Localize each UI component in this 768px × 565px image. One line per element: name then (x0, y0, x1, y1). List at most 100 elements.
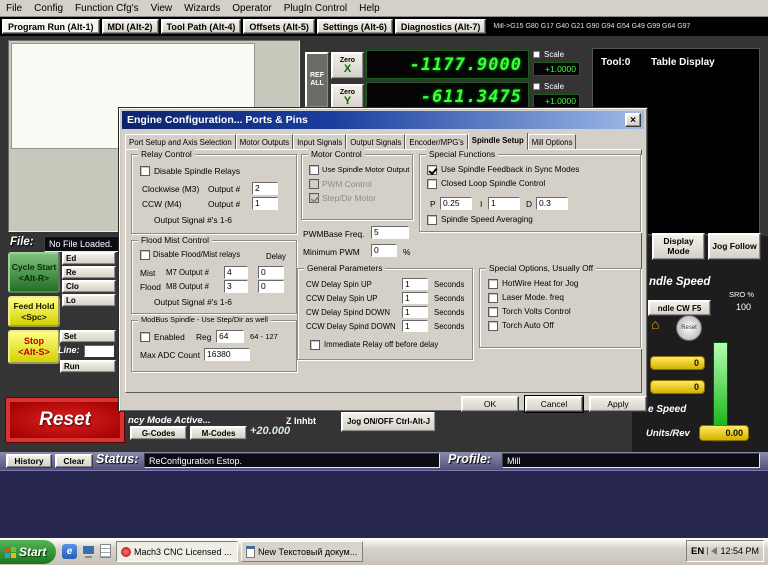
laser-mode-checkbox[interactable] (488, 293, 498, 303)
tray-language-indicator[interactable]: EN (691, 546, 704, 557)
tab-settings[interactable]: Settings (Alt-6) (316, 19, 393, 34)
flood-delay-field[interactable]: 0 (258, 280, 284, 293)
spindle-cw-button[interactable]: ndle CW F5 (648, 300, 711, 316)
y-scale-value[interactable]: +1.0000 (533, 94, 580, 108)
modbus-reg-range: 64 - 127 (250, 332, 278, 341)
cw-delay-up-field[interactable]: 1 (402, 278, 428, 290)
dialog-tab-port-setup[interactable]: Port Setup and Axis Selection (125, 134, 236, 150)
hotwire-label: HotWire Heat for Jog (502, 279, 579, 288)
pid-p-field[interactable]: 0.25 (440, 197, 472, 210)
closed-loop-checkbox[interactable] (427, 179, 437, 189)
load-gcode-button[interactable]: Lo (62, 294, 116, 307)
spindle-averaging-checkbox[interactable] (427, 215, 437, 225)
tab-diagnostics[interactable]: Diagnostics (Alt-7) (394, 19, 487, 34)
disable-spindle-relays-checkbox[interactable] (140, 166, 150, 176)
spindle-feedback-checkbox[interactable] (427, 165, 437, 175)
run-from-here-button[interactable]: Run (60, 360, 116, 373)
display-mode-button[interactable]: Display Mode (652, 233, 705, 260)
reset-button[interactable]: Reset (5, 397, 125, 443)
menu-help[interactable]: Help (353, 2, 386, 15)
menu-function-cfgs[interactable]: Function Cfg's (69, 2, 145, 15)
tab-program-run[interactable]: Program Run (Alt-1) (2, 19, 100, 34)
menu-operator[interactable]: Operator (226, 2, 277, 15)
mist-output-field[interactable]: 4 (224, 266, 248, 279)
tray-network-icon[interactable] (707, 547, 709, 555)
jog-onoff-button[interactable]: Jog ON/OFF Ctrl-Alt-J (341, 411, 436, 432)
tab-offsets[interactable]: Offsets (Alt-5) (243, 19, 315, 34)
dialog-tab-motor-outputs[interactable]: Motor Outputs (235, 134, 294, 150)
pid-d-field[interactable]: 0.3 (536, 197, 568, 210)
menu-view[interactable]: View (145, 2, 179, 15)
close-gcode-button[interactable]: Clo (62, 280, 116, 293)
feed-hold-button[interactable]: Feed Hold <Spc> (8, 296, 60, 327)
laser-mode-label: Laser Mode. freq (502, 293, 564, 302)
dialog-titlebar[interactable]: Engine Configuration... Ports & Pins × (122, 111, 644, 129)
x-axis-dro[interactable]: -1177.9000 (366, 50, 529, 79)
quicklaunch-ie-icon[interactable]: e (62, 544, 77, 559)
ccw-delay-down-field[interactable]: 1 (402, 320, 428, 332)
apply-button[interactable]: Apply (589, 396, 647, 412)
menu-wizards[interactable]: Wizards (178, 2, 226, 15)
cycle-start-button[interactable]: Cycle Start <Alt-R> (8, 252, 60, 293)
x-scale-value[interactable]: +1.0000 (533, 62, 580, 76)
tray-volume-icon[interactable] (711, 547, 718, 555)
torch-auto-checkbox[interactable] (488, 321, 498, 331)
dialog-close-icon[interactable]: × (625, 113, 641, 127)
stop-button[interactable]: Stop <Alt-S> (8, 330, 60, 364)
ref-all-button[interactable]: REF ALL (305, 52, 329, 108)
cw-delay-down-field[interactable]: 1 (402, 306, 428, 318)
max-adc-field[interactable]: 16380 (204, 348, 250, 361)
step-dir-motor-checkbox[interactable] (309, 193, 319, 203)
taskbar-task-notepad[interactable]: New Текстовый докум... (241, 541, 363, 562)
flood-output-field[interactable]: 3 (224, 280, 248, 293)
modbus-enabled-checkbox[interactable] (140, 332, 150, 342)
jog-follow-button[interactable]: Jog Follow (708, 233, 761, 260)
hotwire-checkbox[interactable] (488, 279, 498, 289)
disable-flood-mist-checkbox[interactable] (140, 250, 150, 260)
ccw-delay-up-field[interactable]: 1 (402, 292, 428, 304)
ok-button[interactable]: OK (461, 396, 519, 412)
minimum-pwm-field[interactable]: 0 (371, 244, 397, 257)
clear-button[interactable]: Clear (55, 454, 93, 468)
use-spindle-motor-output-checkbox[interactable] (309, 165, 319, 175)
spindle-reset-dial[interactable]: Reset (676, 315, 702, 341)
menu-file[interactable]: File (0, 2, 28, 15)
relay-note: Output Signal #'s 1-6 (154, 215, 232, 225)
dialog-tab-input-signals[interactable]: Input Signals (293, 134, 347, 150)
start-button[interactable]: Start (0, 540, 56, 564)
menu-plugin-control[interactable]: PlugIn Control (278, 2, 353, 15)
taskbar-task-mach3[interactable]: Mach3 CNC Licensed ... (116, 541, 238, 562)
menu-config[interactable]: Config (28, 2, 69, 15)
cancel-button[interactable]: Cancel (525, 396, 583, 412)
quicklaunch-desktop-icon[interactable] (81, 544, 96, 559)
pwmbase-freq-field[interactable]: 5 (371, 226, 409, 239)
dialog-tab-encoder-mpgs[interactable]: Encoder/MPG's (405, 134, 468, 150)
history-button[interactable]: History (6, 454, 52, 468)
tab-tool-path[interactable]: Tool Path (Alt-4) (160, 19, 242, 34)
quicklaunch-document-icon[interactable] (100, 544, 111, 558)
table-display-button[interactable]: Table Display (651, 57, 715, 68)
delay-column-label: Delay (266, 252, 286, 261)
set-next-line-button[interactable]: Set (60, 330, 116, 343)
pwm-control-checkbox[interactable] (309, 179, 319, 189)
line-field[interactable] (84, 345, 114, 357)
ccw-output-field[interactable]: 1 (252, 197, 278, 210)
tray-clock[interactable]: 12:54 PM (720, 546, 759, 556)
home-icon[interactable]: ⌂ (651, 317, 659, 331)
dialog-tab-spindle-setup[interactable]: Spindle Setup (467, 133, 528, 150)
pid-i-field[interactable]: 1 (488, 197, 520, 210)
mcodes-button[interactable]: M-Codes (190, 426, 247, 440)
immediate-relay-off-checkbox[interactable] (310, 340, 320, 350)
dialog-tab-output-signals[interactable]: Output Signals (346, 134, 406, 150)
edit-gcode-button[interactable]: Ed (62, 252, 116, 265)
general-parameters-group: General Parameters CW Delay Spin UP 1 Se… (297, 263, 473, 360)
tab-mdi[interactable]: MDI (Alt-2) (101, 19, 159, 34)
mist-delay-field[interactable]: 0 (258, 266, 284, 279)
cw-output-field[interactable]: 2 (252, 182, 278, 195)
zero-x-button[interactable]: Zero X (331, 52, 364, 79)
modbus-reg-field[interactable]: 64 (216, 330, 244, 343)
dialog-tab-mill-options[interactable]: Mill Options (527, 134, 577, 150)
gcodes-button[interactable]: G-Codes (130, 426, 187, 440)
recent-file-button[interactable]: Re (62, 266, 116, 279)
torch-volts-checkbox[interactable] (488, 307, 498, 317)
